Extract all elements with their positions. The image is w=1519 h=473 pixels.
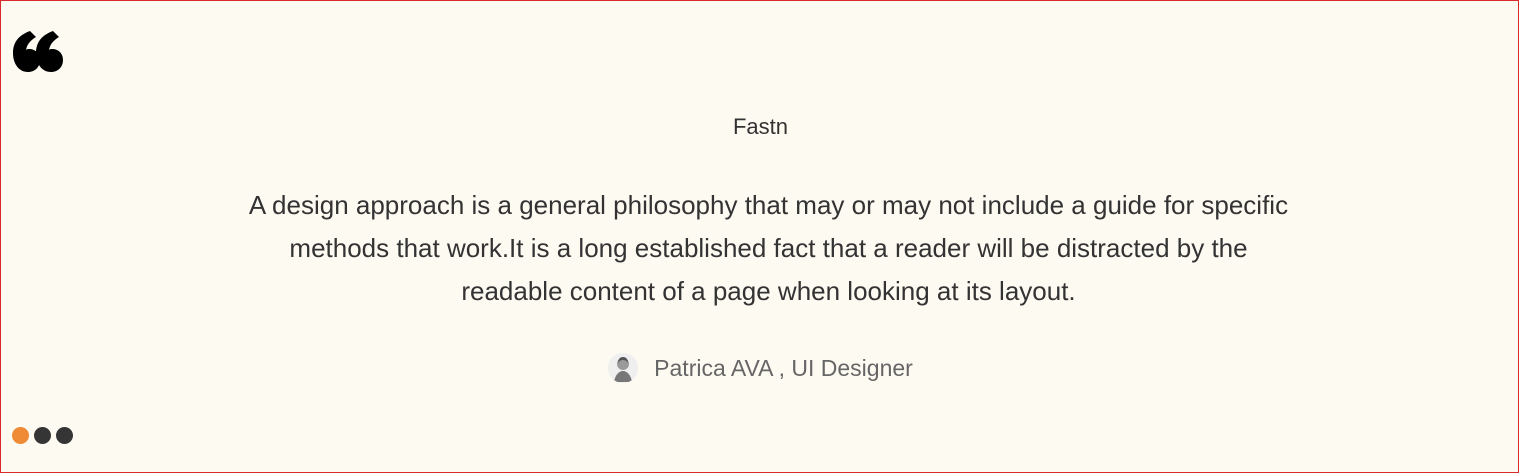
author-label: Patrica AVA , UI Designer [654,355,913,381]
brand-name: Fastn [732,114,789,139]
author-row: Patrica AVA , UI Designer [1,351,1518,385]
avatar-icon [608,353,639,383]
carousel-dots [12,427,73,444]
quote-icon [13,31,63,72]
carousel-dot-2[interactable] [34,427,51,444]
testimonial-card: Fastn A design approach is a general phi… [0,0,1519,473]
carousel-dot-1[interactable] [12,427,29,444]
carousel-dot-3[interactable] [56,427,73,444]
testimonial-text: A design approach is a general philosoph… [248,190,1289,306]
